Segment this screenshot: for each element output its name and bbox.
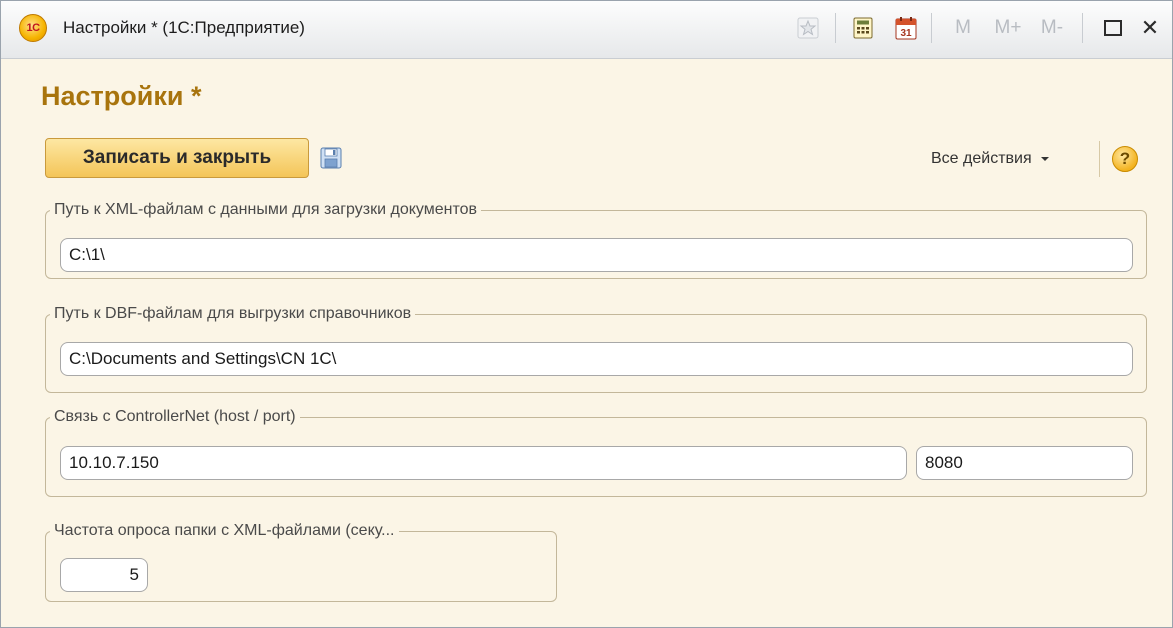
toolbar-separator bbox=[931, 13, 932, 43]
poll-frequency-input[interactable]: 5 bbox=[60, 558, 148, 592]
save-and-close-button[interactable]: Записать и закрыть bbox=[45, 138, 309, 178]
settings-window: 1С Настройки * (1С:Предприятие) 31 M M+ … bbox=[0, 0, 1173, 628]
chevron-down-icon bbox=[1041, 156, 1050, 161]
dbf-path-input[interactable]: C:\Documents and Settings\CN 1C\ bbox=[60, 342, 1133, 376]
title-bar: 1С Настройки * (1С:Предприятие) 31 M M+ … bbox=[1, 1, 1172, 59]
window-title: Настройки * (1С:Предприятие) bbox=[63, 18, 305, 37]
calendar-icon[interactable]: 31 bbox=[893, 15, 919, 41]
form-title: Настройки * bbox=[41, 81, 202, 111]
port-input[interactable]: 8080 bbox=[916, 446, 1133, 480]
close-icon[interactable]: ✕ bbox=[1137, 15, 1163, 41]
floppy-disk-icon[interactable] bbox=[319, 146, 343, 170]
poll-frequency-legend: Частота опроса папки с XML-файлами (секу… bbox=[54, 522, 395, 539]
controller-legend: Связь с ControllerNet (host / port) bbox=[54, 408, 296, 425]
all-actions-label: Все действия bbox=[931, 150, 1032, 167]
memory-button[interactable]: M bbox=[951, 15, 975, 41]
star-icon[interactable] bbox=[795, 15, 821, 41]
toolbar-separator bbox=[835, 13, 836, 43]
actions-separator bbox=[1099, 141, 1100, 177]
calculator-icon[interactable] bbox=[850, 15, 876, 41]
xml-path-legend: Путь к XML-файлам с данными для загрузки… bbox=[54, 201, 477, 218]
toolbar-separator bbox=[1082, 13, 1083, 43]
xml-path-input[interactable]: C:\1\ bbox=[60, 238, 1133, 272]
memory-minus-button[interactable]: M- bbox=[1035, 15, 1069, 41]
help-icon[interactable]: ? bbox=[1112, 146, 1138, 172]
dbf-path-legend: Путь к DBF-файлам для выгрузки справочни… bbox=[54, 305, 412, 322]
host-input[interactable]: 10.10.7.150 bbox=[60, 446, 907, 480]
all-actions-menu[interactable]: Все действия bbox=[931, 150, 1050, 168]
maximize-icon[interactable] bbox=[1099, 15, 1127, 41]
app-logo-icon[interactable]: 1С bbox=[19, 14, 47, 42]
app-logo-text: 1С bbox=[26, 22, 40, 34]
memory-plus-button[interactable]: M+ bbox=[991, 15, 1025, 41]
calendar-day-text: 31 bbox=[900, 28, 912, 39]
